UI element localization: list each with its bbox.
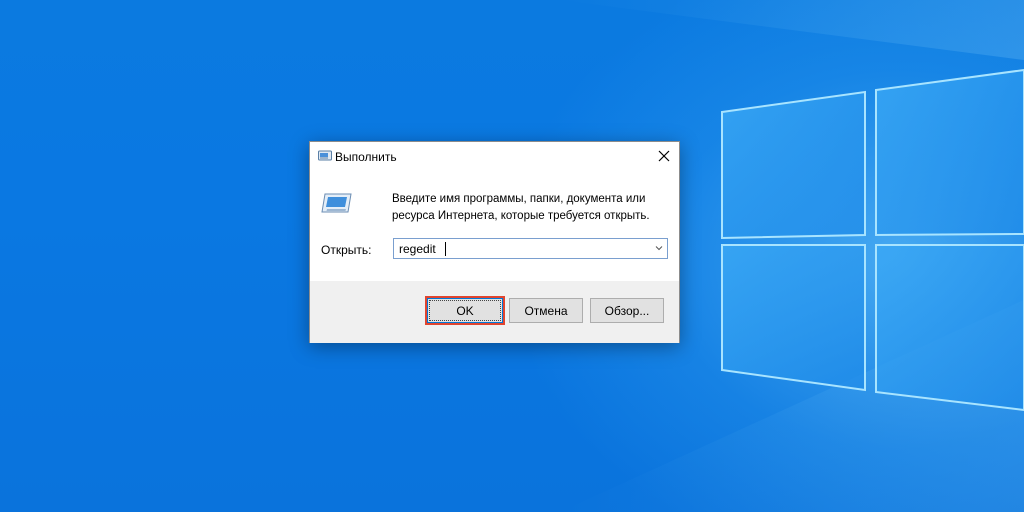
close-button[interactable] [649, 142, 679, 170]
open-label: Открыть: [321, 243, 372, 257]
text-caret [445, 242, 446, 256]
title-bar[interactable]: Выполнить [310, 142, 679, 172]
cancel-button-label: Отмена [524, 303, 568, 318]
dialog-title: Выполнить [335, 150, 397, 164]
cancel-button[interactable]: Отмена [509, 298, 583, 323]
chevron-down-icon[interactable] [654, 243, 664, 253]
dialog-footer: OK Отмена Обзор... [310, 281, 679, 343]
run-icon [318, 150, 332, 161]
run-icon [321, 193, 352, 213]
close-icon [658, 150, 670, 162]
run-dialog: Выполнить Введите имя программы, папки, … [309, 141, 680, 343]
open-input[interactable]: regedit [399, 242, 436, 256]
focus-rect [429, 300, 501, 321]
dialog-description: Введите имя программы, папки, документа … [392, 193, 650, 222]
open-combobox[interactable]: regedit [393, 238, 668, 259]
browse-button[interactable]: Обзор... [590, 298, 664, 323]
browse-button-label: Обзор... [604, 303, 650, 318]
ok-button[interactable]: OK [427, 298, 503, 323]
